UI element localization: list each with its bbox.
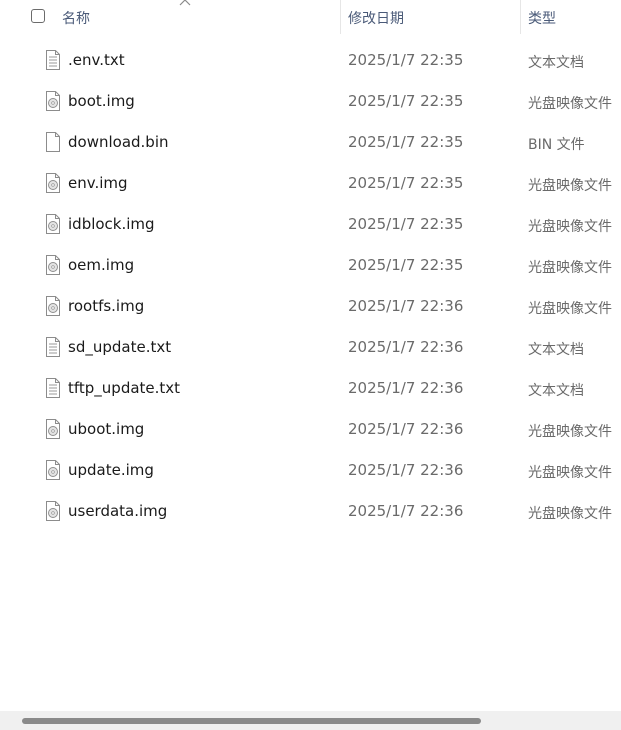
file-name[interactable]: userdata.img bbox=[68, 502, 167, 520]
file-row[interactable]: env.img 2025/1/7 22:35 光盘映像文件 bbox=[0, 163, 621, 204]
file-row[interactable]: .env.txt 2025/1/7 22:35 文本文档 bbox=[0, 40, 621, 81]
select-all-checkbox[interactable] bbox=[31, 9, 45, 23]
file-row[interactable]: sd_update.txt 2025/1/7 22:36 文本文档 bbox=[0, 327, 621, 368]
file-row[interactable]: download.bin 2025/1/7 22:35 BIN 文件 bbox=[0, 122, 621, 163]
file-modified-date: 2025/1/7 22:35 bbox=[348, 215, 464, 233]
file-modified-date: 2025/1/7 22:36 bbox=[348, 379, 464, 397]
file-row[interactable]: boot.img 2025/1/7 22:35 光盘映像文件 bbox=[0, 81, 621, 122]
file-type: BIN 文件 bbox=[528, 137, 585, 153]
column-header-type[interactable]: 类型 bbox=[528, 8, 556, 28]
column-header: 名称 修改日期 类型 bbox=[0, 0, 621, 36]
text-file-icon bbox=[46, 50, 60, 70]
file-type: 文本文档 bbox=[528, 383, 584, 399]
file-list: .env.txt 2025/1/7 22:35 文本文档 boot.img 2025/1… bbox=[0, 40, 621, 532]
text-file-icon bbox=[46, 378, 60, 398]
file-modified-date: 2025/1/7 22:36 bbox=[348, 297, 464, 315]
file-row[interactable]: update.img 2025/1/7 22:36 光盘映像文件 bbox=[0, 450, 621, 491]
column-header-date[interactable]: 修改日期 bbox=[348, 8, 404, 28]
text-file-icon bbox=[46, 337, 60, 357]
disc-image-file-icon bbox=[46, 460, 60, 480]
file-modified-date: 2025/1/7 22:35 bbox=[348, 133, 464, 151]
file-name[interactable]: oem.img bbox=[68, 256, 134, 274]
file-type: 光盘映像文件 bbox=[528, 424, 612, 440]
file-name[interactable]: uboot.img bbox=[68, 420, 144, 438]
file-type: 光盘映像文件 bbox=[528, 96, 612, 112]
file-name[interactable]: rootfs.img bbox=[68, 297, 144, 315]
blank-file-icon bbox=[46, 132, 60, 152]
file-name[interactable]: tftp_update.txt bbox=[68, 379, 180, 397]
column-divider[interactable] bbox=[520, 0, 521, 34]
file-name[interactable]: update.img bbox=[68, 461, 154, 479]
file-type: 文本文档 bbox=[528, 342, 584, 358]
column-header-name[interactable]: 名称 bbox=[62, 8, 90, 28]
file-row[interactable]: uboot.img 2025/1/7 22:36 光盘映像文件 bbox=[0, 409, 621, 450]
file-modified-date: 2025/1/7 22:36 bbox=[348, 338, 464, 356]
file-type: 光盘映像文件 bbox=[528, 178, 612, 194]
file-name[interactable]: idblock.img bbox=[68, 215, 155, 233]
disc-image-file-icon bbox=[46, 419, 60, 439]
disc-image-file-icon bbox=[46, 296, 60, 316]
disc-image-file-icon bbox=[46, 255, 60, 275]
file-type: 光盘映像文件 bbox=[528, 301, 612, 317]
file-row[interactable]: idblock.img 2025/1/7 22:35 光盘映像文件 bbox=[0, 204, 621, 245]
file-type: 光盘映像文件 bbox=[528, 506, 612, 522]
disc-image-file-icon bbox=[46, 173, 60, 193]
file-modified-date: 2025/1/7 22:35 bbox=[348, 256, 464, 274]
file-type: 光盘映像文件 bbox=[528, 465, 612, 481]
chevron-up-icon bbox=[179, 0, 191, 6]
file-row[interactable]: userdata.img 2025/1/7 22:36 光盘映像文件 bbox=[0, 491, 621, 532]
file-type: 文本文档 bbox=[528, 55, 584, 71]
file-name[interactable]: sd_update.txt bbox=[68, 338, 171, 356]
file-modified-date: 2025/1/7 22:36 bbox=[348, 461, 464, 479]
disc-image-file-icon bbox=[46, 501, 60, 521]
file-modified-date: 2025/1/7 22:35 bbox=[348, 51, 464, 69]
file-name[interactable]: env.img bbox=[68, 174, 128, 192]
disc-image-file-icon bbox=[46, 214, 60, 234]
disc-image-file-icon bbox=[46, 91, 60, 111]
file-modified-date: 2025/1/7 22:35 bbox=[348, 174, 464, 192]
file-row[interactable]: tftp_update.txt 2025/1/7 22:36 文本文档 bbox=[0, 368, 621, 409]
file-type: 光盘映像文件 bbox=[528, 260, 612, 276]
file-row[interactable]: oem.img 2025/1/7 22:35 光盘映像文件 bbox=[0, 245, 621, 286]
horizontal-scrollbar-thumb[interactable] bbox=[22, 718, 481, 724]
column-divider[interactable] bbox=[340, 0, 341, 34]
file-type: 光盘映像文件 bbox=[528, 219, 612, 235]
file-name[interactable]: .env.txt bbox=[68, 51, 125, 69]
file-name[interactable]: download.bin bbox=[68, 133, 169, 151]
file-modified-date: 2025/1/7 22:35 bbox=[348, 92, 464, 110]
file-modified-date: 2025/1/7 22:36 bbox=[348, 502, 464, 520]
file-row[interactable]: rootfs.img 2025/1/7 22:36 光盘映像文件 bbox=[0, 286, 621, 327]
file-modified-date: 2025/1/7 22:36 bbox=[348, 420, 464, 438]
file-name[interactable]: boot.img bbox=[68, 92, 135, 110]
